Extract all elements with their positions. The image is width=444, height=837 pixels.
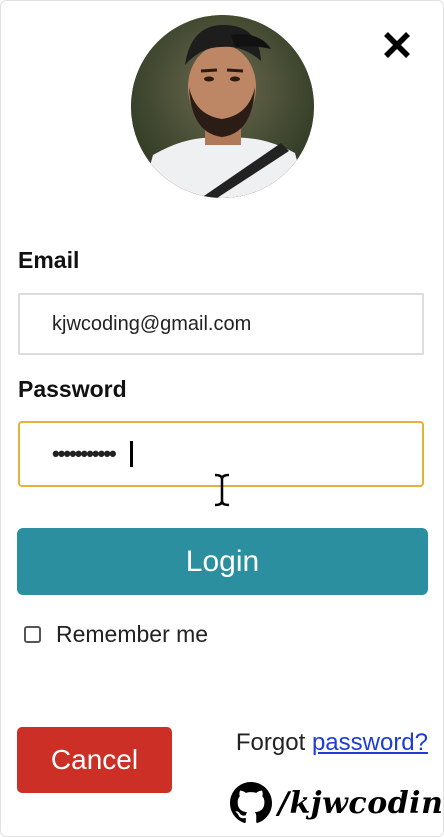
forgot-password: Forgot password?	[236, 729, 428, 757]
github-icon	[230, 782, 272, 823]
text-caret	[130, 441, 133, 467]
login-button[interactable]: Login	[17, 528, 428, 595]
forgot-password-link[interactable]: password?	[312, 729, 428, 756]
remember-label: Remember me	[56, 621, 209, 647]
watermark: /kjwcoding	[230, 782, 444, 824]
cancel-button[interactable]: Cancel	[17, 727, 172, 793]
remember-me[interactable]: Remember me	[24, 621, 208, 648]
password-label: Password	[18, 376, 127, 402]
forgot-text: Forgot	[235, 729, 306, 756]
email-label: Email	[18, 247, 80, 273]
email-field[interactable]	[18, 293, 424, 355]
close-icon[interactable]	[380, 28, 414, 62]
text-cursor-icon	[212, 473, 232, 507]
profile-avatar	[131, 15, 314, 198]
remember-checkbox[interactable]	[24, 626, 41, 643]
watermark-text: /kjwcoding	[278, 785, 444, 821]
